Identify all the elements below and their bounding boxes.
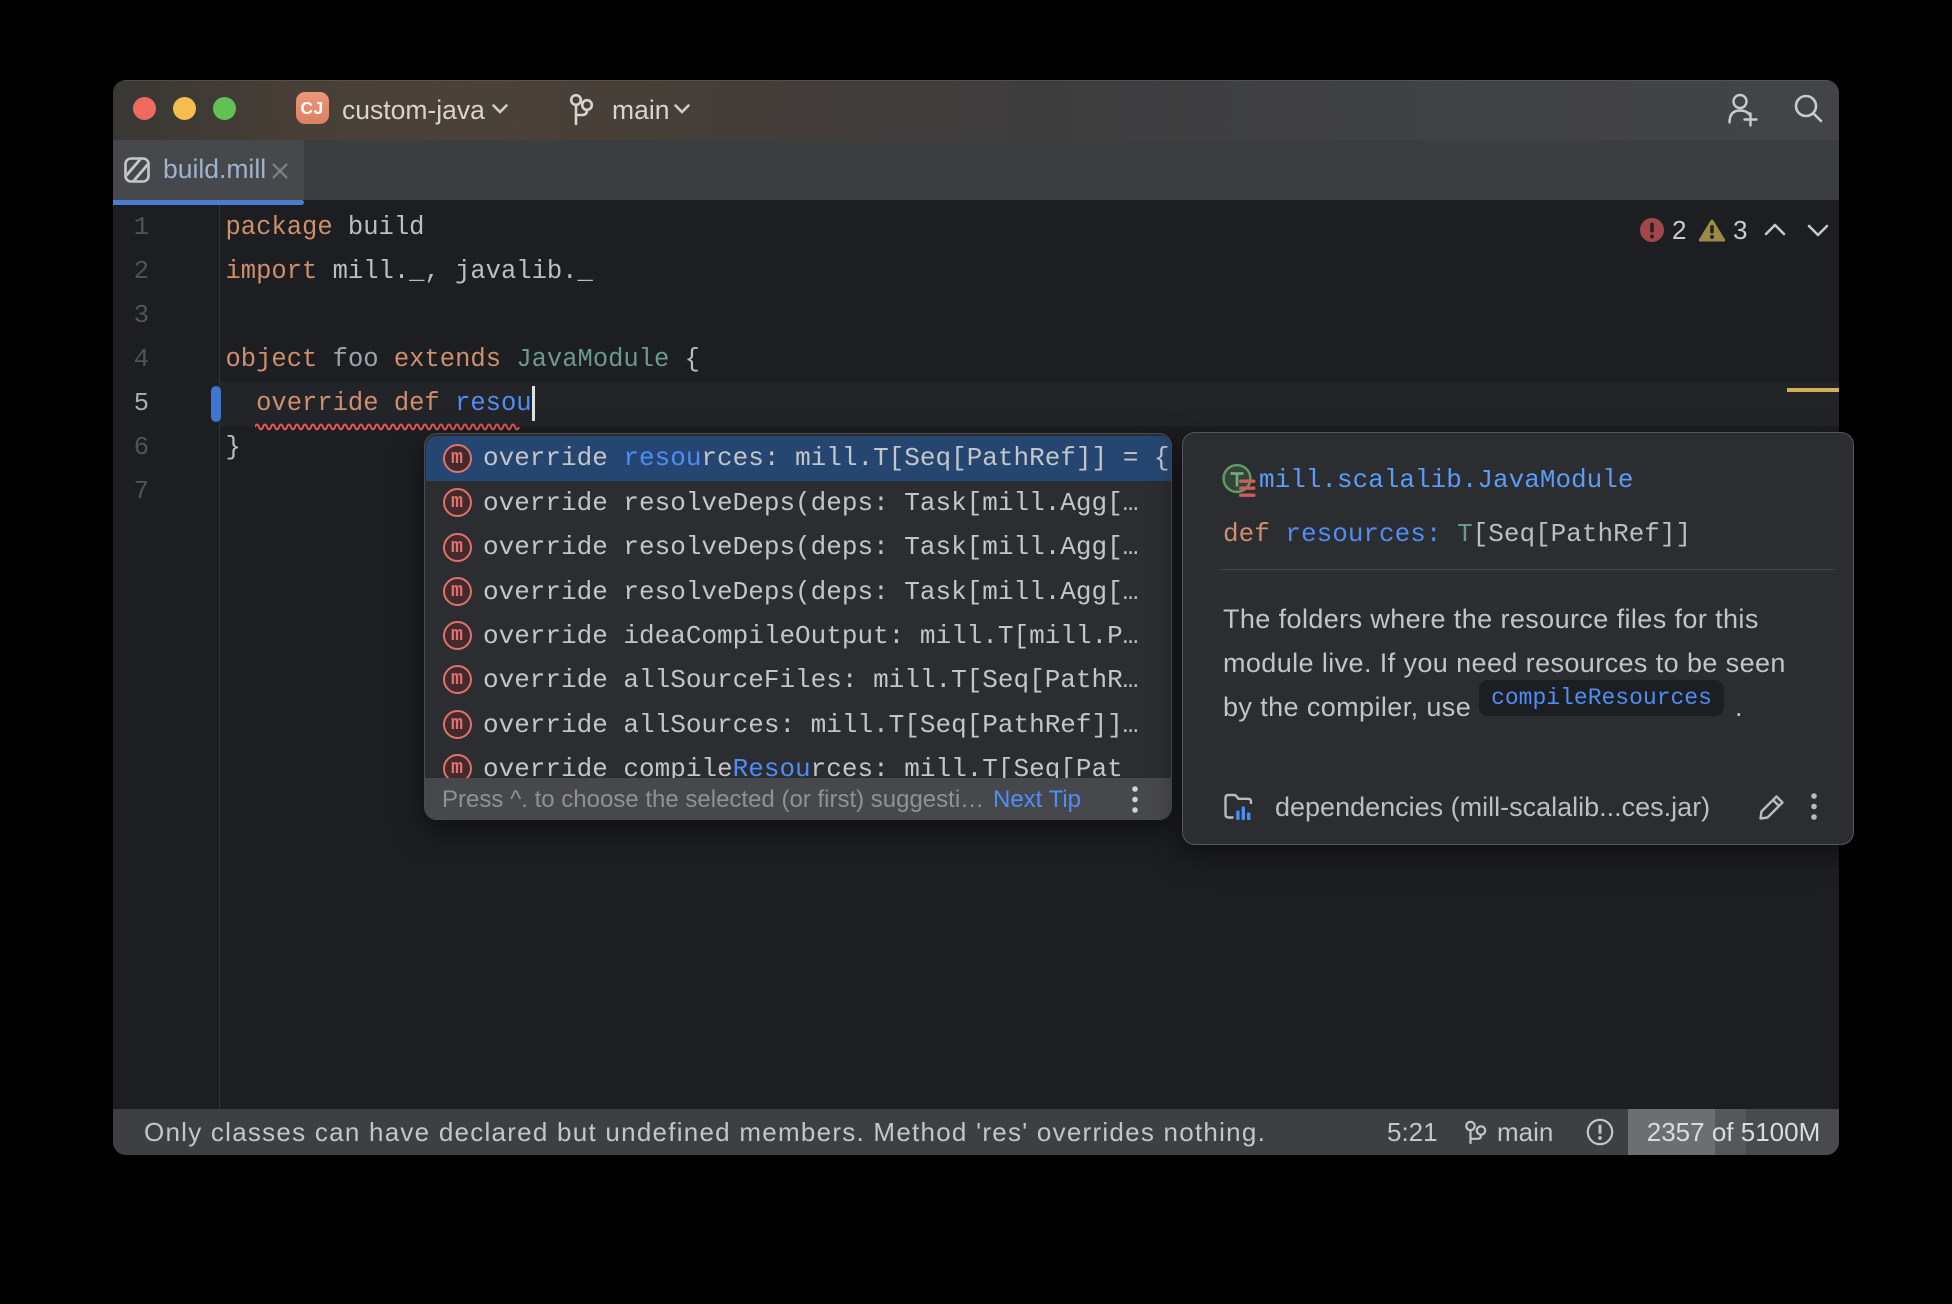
svg-text:2: 2 (1672, 217, 1686, 243)
svg-text:3: 3 (1733, 217, 1747, 243)
